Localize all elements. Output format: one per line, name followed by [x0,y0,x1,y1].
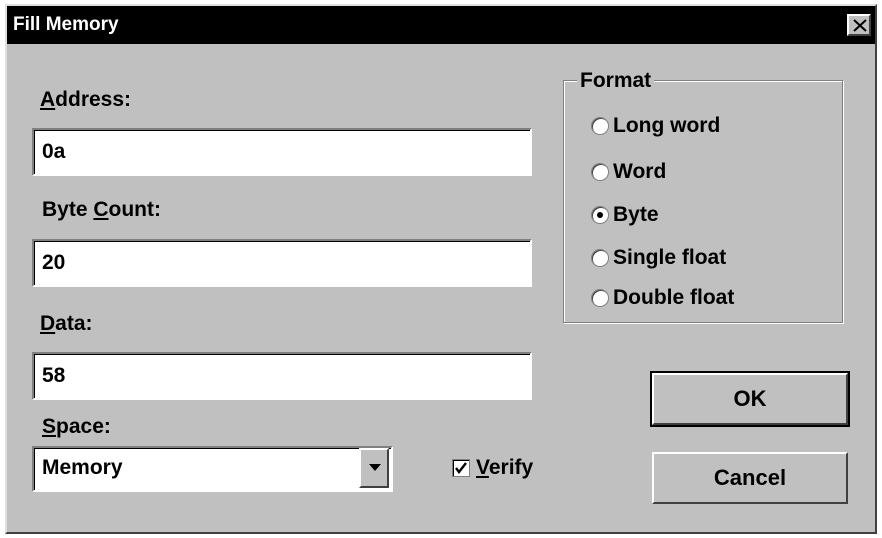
format-option-label: Double float [613,286,735,309]
close-button[interactable] [847,14,871,36]
cancel-button[interactable]: Cancel [652,452,848,504]
data-label: Data: [40,312,93,335]
ok-button[interactable]: OK [650,371,850,427]
format-option-label: Word [613,160,667,183]
address-input[interactable]: 0a [32,128,532,176]
verify-checkbox[interactable] [452,459,470,477]
radio-selected-icon [591,206,609,224]
check-icon [455,462,467,474]
space-dropdown-button[interactable] [359,448,389,488]
format-option-label: Long word [613,114,721,137]
space-label: Space: [42,415,111,438]
format-option-word[interactable]: Word [591,157,666,187]
format-option-label: Single float [613,246,727,269]
title-bar: Fill Memory [7,6,875,44]
format-option-double-float[interactable]: Double float [591,283,734,313]
byte-count-label: Byte Count: [42,198,162,221]
verify-label: Verify [476,456,534,479]
address-label: Address: [40,88,132,111]
space-select[interactable]: Memory [32,446,393,492]
chevron-down-icon [369,464,381,471]
radio-icon [591,289,609,307]
byte-count-input[interactable]: 20 [32,239,532,287]
window-title: Fill Memory [13,14,119,35]
format-legend: Format [577,70,655,92]
radio-icon [591,249,609,267]
radio-icon [591,117,609,135]
format-option-label: Byte [613,203,659,226]
format-option-single-float[interactable]: Single float [591,243,726,273]
close-icon [853,19,867,32]
format-option-long-word[interactable]: Long word [591,111,720,141]
data-input[interactable]: 58 [32,352,532,400]
space-selected-value: Memory [42,456,123,479]
format-option-byte[interactable]: Byte [591,200,659,230]
radio-icon [591,163,609,181]
